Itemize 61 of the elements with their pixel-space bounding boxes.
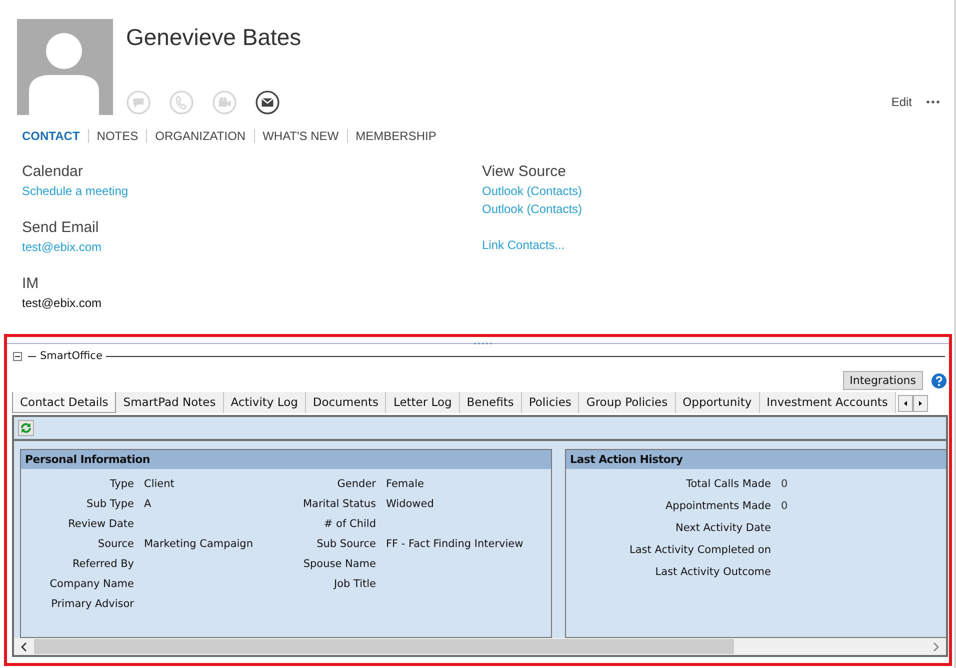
horizontal-scrollbar[interactable] [14,638,946,655]
field-value: Client [144,478,174,490]
field-label: Total Calls Made [685,478,771,490]
field-value: Marketing Campaign [144,538,253,550]
field-label: Referred By [71,558,134,570]
field-value: Female [386,478,424,490]
tab[interactable]: Contact Details [12,392,116,413]
tab[interactable]: SmartPad Notes [116,392,224,413]
field-value: A [144,498,152,510]
refresh-icon[interactable] [18,420,34,436]
field-value: 0 [781,478,788,490]
group-title: SmartOffice [40,350,102,362]
contact-name: Genevieve Bates [126,24,302,51]
tab[interactable]: Opportunity [676,392,760,413]
edit-link[interactable]: Edit [891,95,912,109]
field-label: Marital Status [302,498,376,510]
field-label: Review Date [67,518,134,530]
group-header: Personal Information [21,450,551,469]
mail-icon[interactable] [255,90,280,115]
section-value: test@ebix.com [22,295,102,312]
field-label: Job Title [332,578,376,590]
nav-tab[interactable]: ORGANIZATION [146,129,254,143]
section-title: View Source [482,162,566,182]
field-value: 0 [781,500,788,512]
tab[interactable]: Benefits [460,392,522,413]
collapse-icon[interactable] [13,352,22,360]
nav-tab[interactable]: MEMBERSHIP [346,129,444,143]
tab[interactable]: Group Policies [579,392,676,413]
section-title: Send Email [22,218,99,238]
field-label: Last Activity Outcome [654,566,771,578]
tab[interactable]: Investment Accounts [760,392,896,413]
field-label: Appointments Made [664,500,771,512]
splitter-grip-icon[interactable] [473,342,493,345]
help-icon[interactable] [931,372,947,388]
scroll-right-icon[interactable] [912,395,928,412]
group-header: Last Action History [566,450,946,469]
field-label: Spouse Name [302,558,376,570]
field-label: Next Activity Date [674,522,771,534]
section-title: IM [22,274,39,294]
tab[interactable]: Policies [522,392,580,413]
field-label: Company Name [48,578,134,590]
field-label: Source [96,538,134,550]
field-label: Primary Advisor [50,598,134,610]
field-value: FF - Fact Finding Interview [386,538,524,550]
tab[interactable]: Activity Log [224,392,306,413]
field-label: Gender [336,478,376,490]
field-label: # of Child [322,518,376,530]
field-value: Widowed [386,498,434,510]
nav-tab[interactable]: WHAT'S NEW [254,129,347,143]
nav-tab[interactable]: NOTES [88,129,146,143]
section-title: Calendar [22,162,83,182]
field-label: Sub Source [316,538,376,550]
field-label: Last Activity Completed on [628,544,771,556]
scroll-left-icon[interactable] [898,395,913,412]
more-icon[interactable] [926,100,940,104]
tab[interactable]: Documents [306,392,386,413]
tab[interactable]: Letter Log [386,392,460,413]
field-label: Type [108,478,134,490]
integrations-button[interactable]: Integrations [842,371,923,390]
field-label: Sub Type [86,498,134,510]
nav-tab[interactable]: CONTACT [19,129,88,143]
